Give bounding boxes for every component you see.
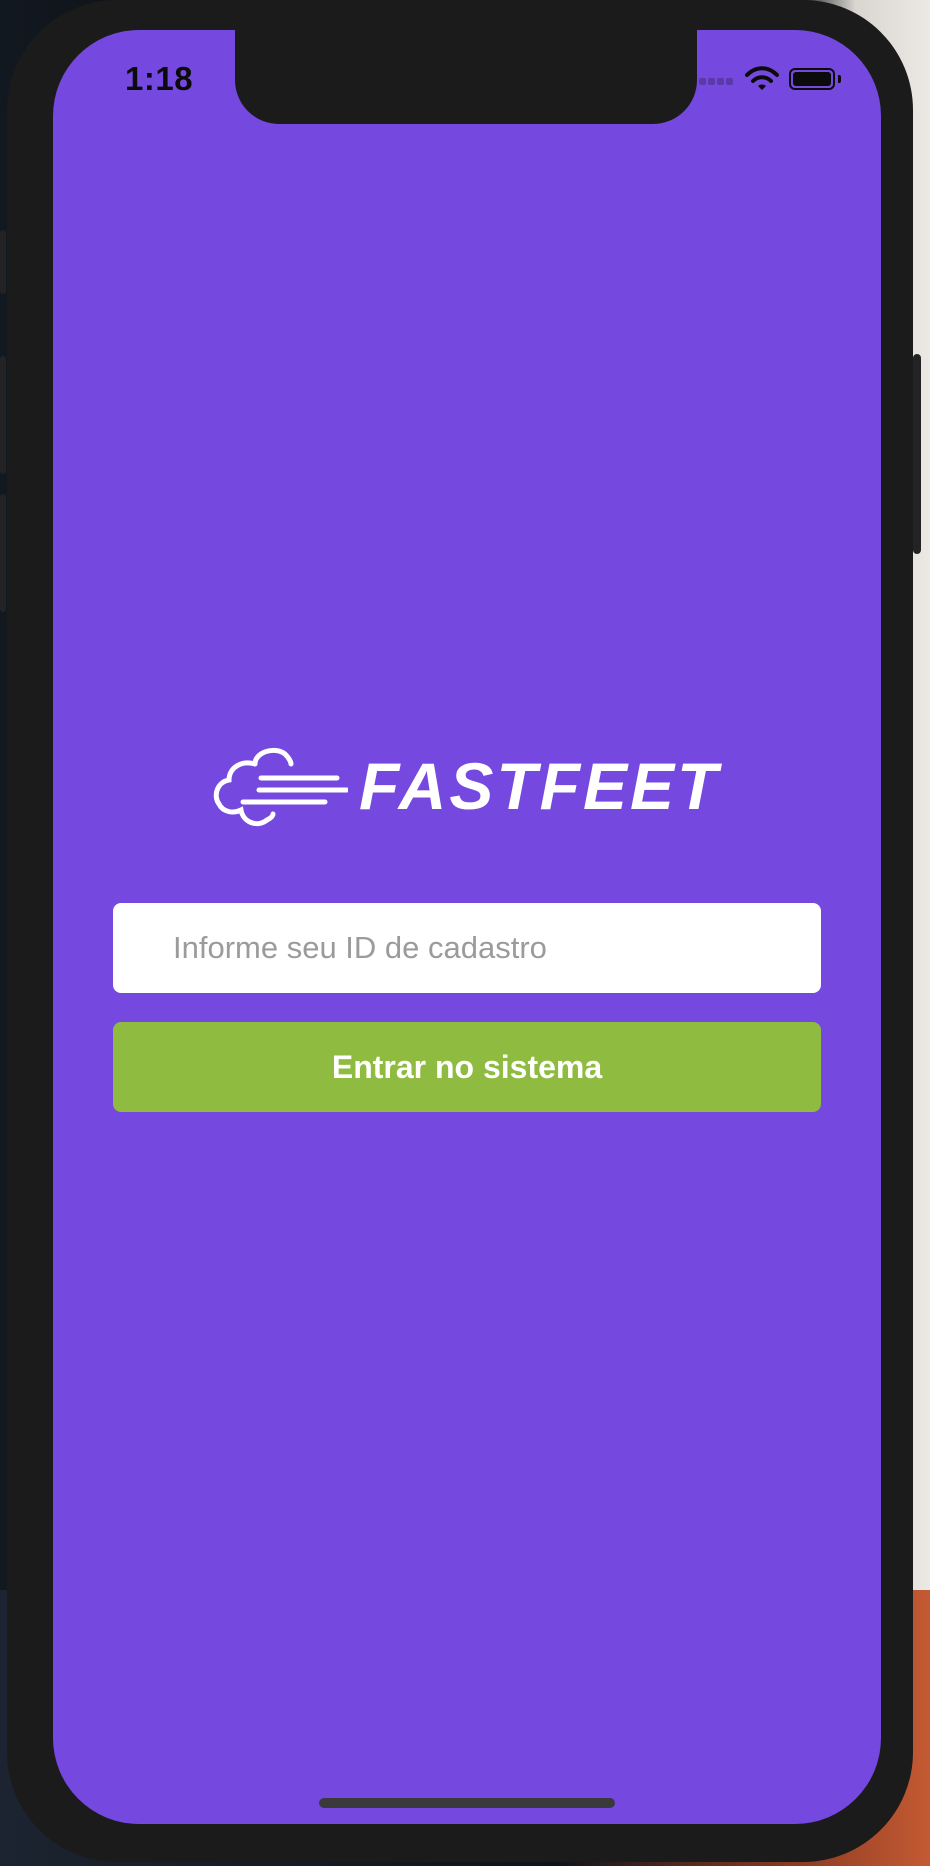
battery-level	[793, 72, 831, 86]
power-button	[913, 354, 921, 554]
registration-id-input[interactable]	[113, 903, 821, 993]
app-screen: 1:18 FASTFEET Informe seu ID de cadastro…	[53, 30, 881, 1824]
mute-switch	[0, 230, 6, 294]
iphone-simulator-frame: 1:18 FASTFEET Informe seu ID de cadastro…	[0, 0, 921, 1862]
cellular-signal-icon	[699, 78, 739, 88]
battery-cap	[838, 75, 841, 83]
app-logo: FASTFEET	[203, 742, 733, 842]
volume-down-button	[0, 494, 6, 612]
home-indicator[interactable]	[319, 1798, 615, 1808]
cloud-speed-icon	[213, 747, 348, 827]
login-submit-button[interactable]: Entrar no sistema	[113, 1022, 821, 1112]
wifi-icon	[745, 66, 779, 90]
status-icons	[699, 66, 849, 94]
brand-name: FASTFEET	[359, 749, 721, 823]
device-notch	[235, 30, 697, 124]
volume-up-button	[0, 356, 6, 474]
status-time: 1:18	[125, 60, 194, 97]
battery-icon	[789, 68, 835, 90]
